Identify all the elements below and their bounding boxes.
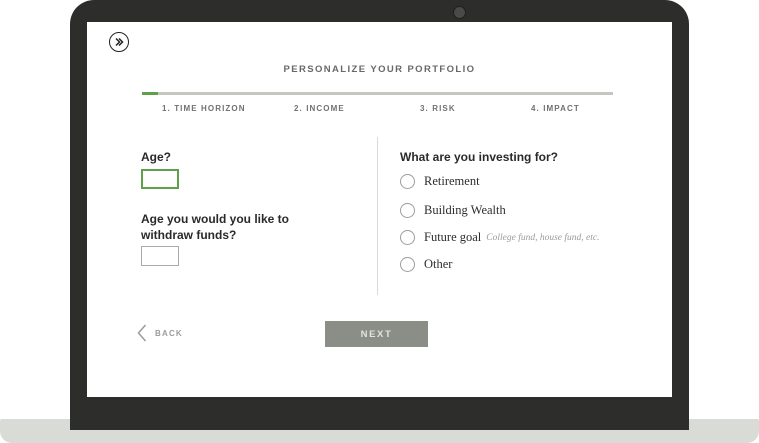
- age-input[interactable]: [141, 169, 179, 189]
- option-label: Retirement: [424, 174, 480, 188]
- option-hint: College fund, house fund, etc.: [486, 232, 600, 243]
- option-retirement[interactable]: Retirement: [400, 174, 480, 189]
- radio-button[interactable]: [400, 174, 415, 189]
- step-impact: 4. IMPACT: [531, 104, 580, 113]
- step-income: 2. INCOME: [294, 104, 345, 113]
- age-label: Age?: [141, 150, 171, 164]
- progress-bar: [142, 92, 613, 95]
- chevron-left-icon: [137, 324, 147, 342]
- webcam-icon: [453, 6, 466, 19]
- double-chevron-right-icon[interactable]: [109, 32, 129, 52]
- option-other[interactable]: Other: [400, 257, 452, 272]
- radio-button[interactable]: [400, 257, 415, 272]
- progress-fill: [142, 92, 159, 95]
- radio-button[interactable]: [400, 230, 415, 245]
- page-title: PERSONALIZE YOUR PORTFOLIO: [283, 64, 476, 75]
- option-building-wealth[interactable]: Building Wealth: [400, 203, 506, 218]
- step-time-horizon: 1. TIME HORIZON: [162, 104, 246, 113]
- option-label: Future goal: [424, 230, 482, 244]
- column-divider: [377, 137, 378, 295]
- option-label: Building Wealth: [424, 203, 506, 217]
- back-button[interactable]: BACK: [137, 324, 183, 342]
- withdraw-age-label-line2: withdraw funds?: [141, 228, 237, 242]
- investing-goal-label: What are you investing for?: [400, 150, 559, 164]
- withdraw-age-label-line1: Age you would you like to: [141, 212, 290, 226]
- radio-button[interactable]: [400, 203, 415, 218]
- laptop-mockup: PERSONALIZE YOUR PORTFOLIO 1. TIME HORIZ…: [0, 0, 759, 443]
- screen: PERSONALIZE YOUR PORTFOLIO 1. TIME HORIZ…: [87, 22, 672, 397]
- withdraw-age-input[interactable]: [141, 246, 179, 266]
- option-future-goal[interactable]: Future goal College fund, house fund, et…: [400, 230, 600, 245]
- option-label: Other: [424, 257, 453, 271]
- next-button[interactable]: NEXT: [325, 321, 428, 347]
- back-label: BACK: [155, 328, 183, 338]
- withdraw-age-label: Age you would you like to withdraw funds…: [141, 211, 289, 243]
- step-risk: 3. RISK: [420, 104, 456, 113]
